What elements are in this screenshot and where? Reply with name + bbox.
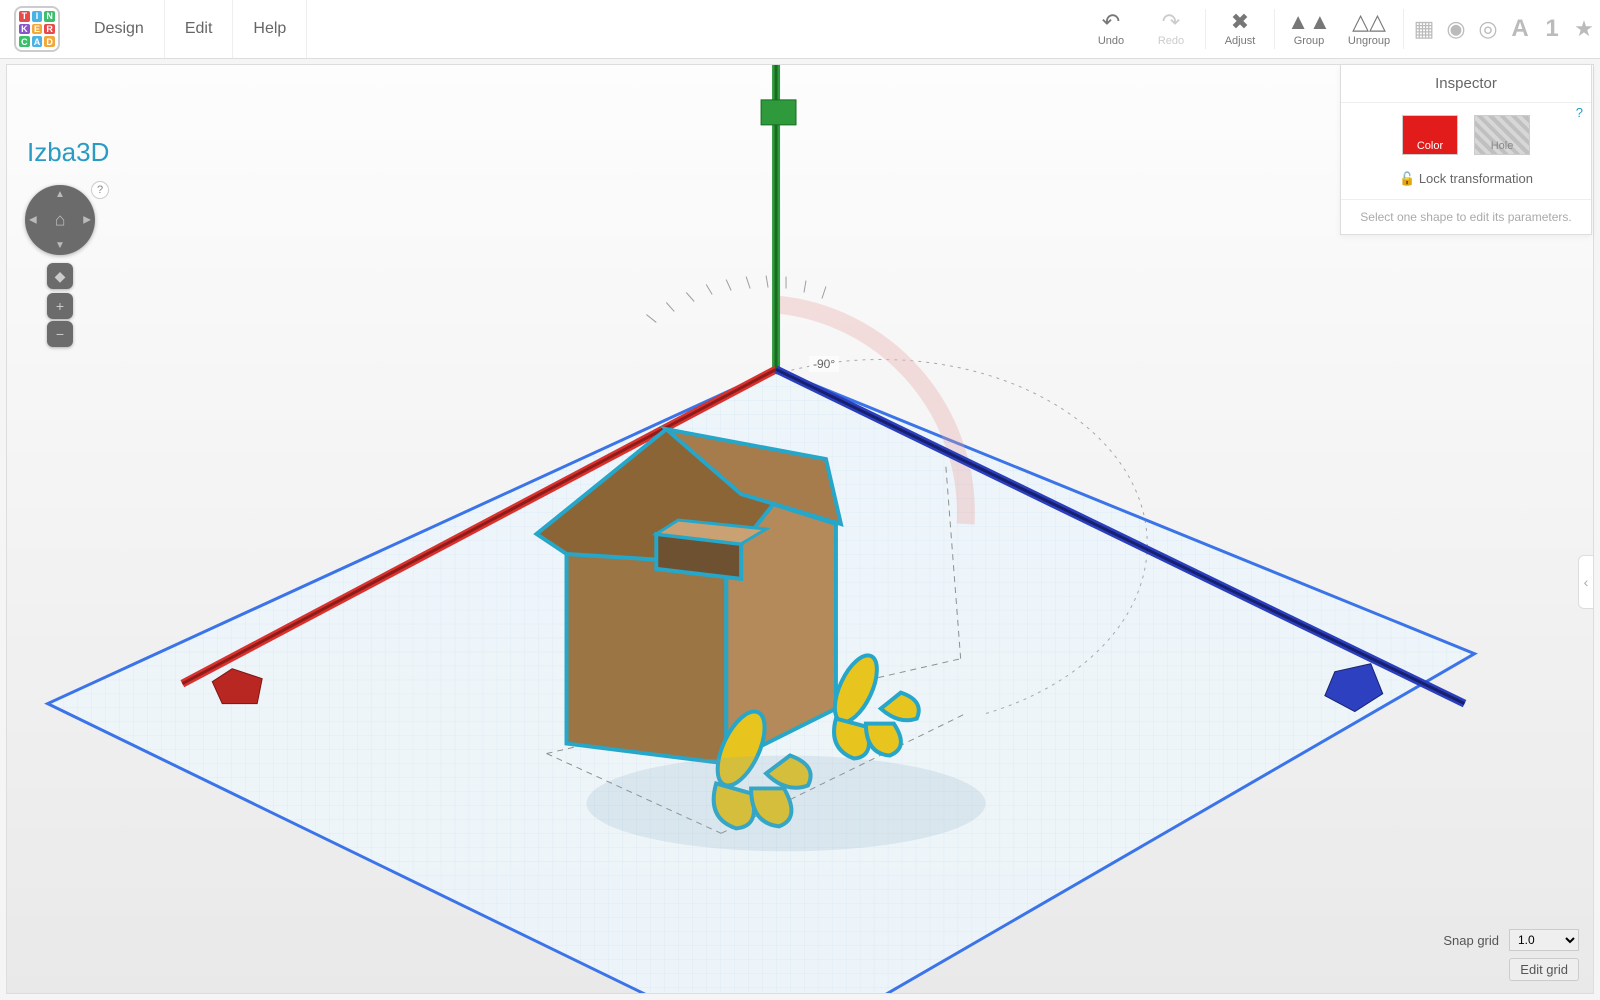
cube-solid-icon: ◉ (1446, 16, 1465, 42)
redo-button[interactable]: ↷ Redo (1141, 0, 1201, 58)
undo-button[interactable]: ↶ Undo (1081, 0, 1141, 58)
project-title[interactable]: Izba3D (27, 137, 109, 168)
group-button[interactable]: ▲▲ Group (1279, 0, 1339, 58)
snap-grid-select[interactable]: 1.0 (1509, 929, 1579, 951)
top-tools: ↶ Undo ↷ Redo ✖ Adjust ▲▲ Group △△ Ungro… (1081, 0, 1600, 58)
color-label: Color (1417, 140, 1443, 152)
zoom-out-button[interactable]: − (47, 321, 73, 347)
separator (1205, 9, 1206, 49)
lock-transformation[interactable]: 🔓 Lock transformation (1341, 165, 1591, 200)
main-menu: Design Edit Help (74, 0, 307, 58)
color-swatch[interactable]: Color (1402, 115, 1458, 155)
workplane-tool[interactable]: ▦ (1408, 0, 1440, 58)
menu-edit[interactable]: Edit (165, 0, 234, 58)
letter-a-icon: A (1511, 15, 1528, 43)
inspector-hint: Select one shape to edit its parameters. (1341, 200, 1591, 234)
star-icon: ★ (1574, 16, 1594, 42)
ungroup-button[interactable]: △△ Ungroup (1339, 0, 1399, 58)
ungroup-label: Ungroup (1348, 35, 1390, 47)
group-icon: ▲▲ (1287, 11, 1331, 33)
view-help-badge[interactable]: ? (91, 181, 109, 199)
rotation-angle-label: -90° (809, 356, 839, 372)
cube-outline-icon: ◎ (1478, 16, 1497, 42)
number-tool[interactable]: 1 (1536, 0, 1568, 58)
hole-label: Hole (1491, 140, 1514, 152)
shape-cube-tool[interactable]: ◉ (1440, 0, 1472, 58)
menu-design[interactable]: Design (74, 0, 165, 58)
home-icon: ⌂ (55, 210, 66, 231)
arrow-right-icon: ▶ (83, 215, 91, 226)
undo-label: Undo (1098, 35, 1124, 47)
shape-cube-outline-tool[interactable]: ◎ (1472, 0, 1504, 58)
app-logo[interactable]: TIN KER CAD (14, 6, 60, 52)
separator (1403, 9, 1404, 49)
edit-grid-button[interactable]: Edit grid (1509, 958, 1579, 981)
top-bar: TIN KER CAD Design Edit Help ↶ Undo ↷ Re… (0, 0, 1600, 59)
adjust-icon: ✖ (1231, 11, 1249, 33)
minus-icon: − (56, 326, 64, 342)
fit-view-button[interactable]: ◆ (47, 263, 73, 289)
view-orbit-control[interactable]: ⌂ ▲ ▼ ◀ ▶ (25, 185, 95, 255)
lock-icon: 🔓 (1399, 171, 1415, 186)
number-1-icon: 1 (1545, 15, 1558, 43)
cube-icon: ◆ (55, 268, 66, 285)
undo-icon: ↶ (1102, 11, 1120, 33)
shape-panel-toggle[interactable]: ‹ (1578, 555, 1593, 609)
grid-icon: ▦ (1414, 16, 1435, 42)
favorites-tool[interactable]: ★ (1568, 0, 1600, 58)
menu-help[interactable]: Help (233, 0, 307, 58)
redo-label: Redo (1158, 35, 1184, 47)
inspector-help[interactable]: ? (1576, 105, 1583, 120)
adjust-button[interactable]: ✖ Adjust (1210, 0, 1270, 58)
group-label: Group (1294, 35, 1325, 47)
ungroup-icon: △△ (1352, 11, 1386, 33)
inspector-title: Inspector (1341, 65, 1591, 103)
plus-icon: + (56, 298, 64, 314)
adjust-label: Adjust (1225, 35, 1256, 47)
lock-label: Lock transformation (1419, 171, 1533, 186)
snap-grid-label: Snap grid (1443, 933, 1499, 948)
separator (1274, 9, 1275, 49)
hole-swatch[interactable]: Hole (1474, 115, 1530, 155)
zoom-in-button[interactable]: + (47, 293, 73, 319)
text-tool[interactable]: A (1504, 0, 1536, 58)
arrow-left-icon: ◀ (29, 215, 37, 226)
arrow-up-icon: ▲ (55, 189, 65, 200)
chevron-left-icon: ‹ (1584, 574, 1589, 590)
inspector-panel: Inspector ? Color Hole 🔓 Lock transforma… (1340, 64, 1592, 235)
redo-icon: ↷ (1162, 11, 1180, 33)
arrow-down-icon: ▼ (55, 240, 65, 251)
